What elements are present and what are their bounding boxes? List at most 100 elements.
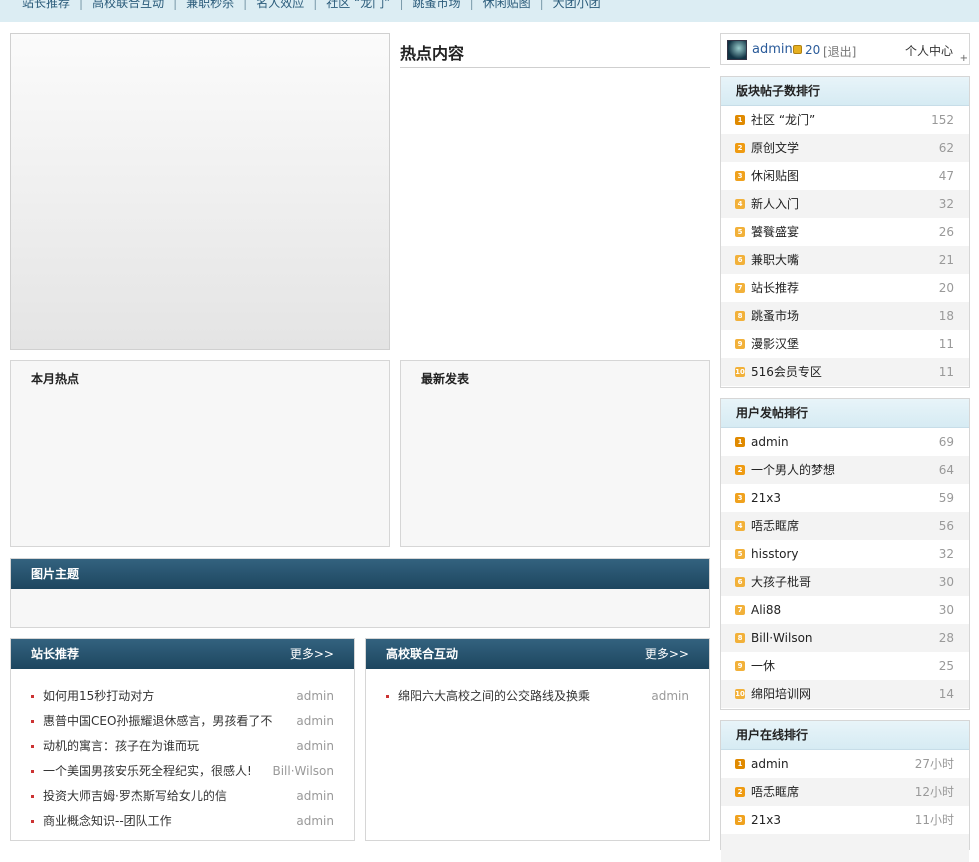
rank-user-link[interactable]: hisstory — [751, 547, 799, 561]
board-rank-title: 版块帖子数排行 — [721, 77, 969, 106]
college-panel: 高校联合互动 更多>> 绵阳六大高校之间的公交路线及换乘 admin — [365, 638, 710, 841]
rank-number-icon: 4 — [735, 521, 745, 531]
rank-user-link[interactable]: 唔忎眶席 — [751, 785, 799, 799]
rank-user-link[interactable]: 21x3 — [751, 813, 781, 827]
rank-value: 11 — [938, 365, 954, 379]
avatar[interactable] — [727, 40, 747, 60]
list-item: 9 漫影汉堡 11 — [721, 330, 969, 358]
nav-item-datuan[interactable]: 大团小团 — [553, 0, 601, 9]
nav-item-tiaozao[interactable]: 跳蚤市场 — [413, 0, 461, 9]
list-item: 1 社区 “龙门” 152 — [721, 106, 969, 134]
rank-number-icon: 5 — [735, 227, 745, 237]
expand-icon[interactable]: + — [960, 54, 968, 64]
board-rank-panel: 版块帖子数排行 1 社区 “龙门” 152 2 原创文学 62 3 休闲贴图 47 4 新人入… — [720, 76, 970, 388]
rank-item-link[interactable]: 饕餮盛宴 — [751, 225, 799, 239]
username-link[interactable]: admin — [752, 42, 793, 57]
thread-link[interactable]: 投资大师吉姆·罗杰斯写给女儿的信 — [43, 784, 279, 809]
post-rank-panel: 用户发帖排行 1 admin 69 2 一个男人的梦想 64 3 21x3 59 4 唔忎眶席… — [720, 398, 970, 710]
rank-number-icon: 8 — [735, 633, 745, 643]
nav-separator: | — [399, 0, 404, 10]
rank-user-link[interactable]: 21x3 — [751, 491, 781, 505]
rank-value: 25 — [938, 659, 954, 673]
author-link[interactable]: admin — [651, 684, 689, 709]
list-item: 如何用15秒打动对方 admin — [31, 684, 334, 709]
rank-item-link[interactable]: 兼职大嘴 — [751, 253, 799, 267]
month-hot-title: 本月热点 — [31, 372, 80, 386]
rank-item-link[interactable]: 跳蚤市场 — [751, 309, 799, 323]
online-rank-panel: 用户在线排行 1 admin 27小时 2 唔忎眶席 12小时 3 21x3 11小时 — [720, 720, 970, 862]
rank-value: 62 — [938, 141, 954, 155]
author-link[interactable]: admin — [296, 734, 334, 759]
rank-item-link[interactable]: 漫影汉堡 — [751, 337, 799, 351]
recommend-header: 站长推荐 更多>> — [11, 639, 354, 669]
nav-item-gaoxiao[interactable]: 高校联合互动 — [92, 0, 164, 9]
nav-item-xiuxian[interactable]: 休闲贴图 — [483, 0, 531, 9]
rank-user-link[interactable]: Ali88 — [751, 603, 781, 617]
rank-number-icon: 1 — [735, 437, 745, 447]
rank-user-link[interactable]: 一个男人的梦想 — [751, 463, 835, 477]
rank-item-link[interactable]: 休闲贴图 — [751, 169, 799, 183]
author-link[interactable]: admin — [296, 684, 334, 709]
rank-value: 11 — [938, 337, 954, 351]
slideshow[interactable] — [10, 33, 390, 350]
rank-user-link[interactable]: admin — [751, 435, 789, 449]
user-center-link[interactable]: 个人中心 — [905, 42, 953, 59]
recommend-title: 站长推荐 — [31, 647, 80, 661]
rank-user-link[interactable]: 大孩子枇哥 — [751, 575, 811, 589]
author-link[interactable]: admin — [296, 784, 334, 809]
list-item: 2 一个男人的梦想 64 — [721, 456, 969, 484]
rank-item-link[interactable]: 新人入门 — [751, 197, 799, 211]
nav-item-mingren[interactable]: 名人效应 — [256, 0, 304, 9]
college-header: 高校联合互动 更多>> — [366, 639, 709, 669]
online-rank-title: 用户在线排行 — [721, 721, 969, 750]
college-more-link[interactable]: 更多>> — [645, 639, 689, 669]
nav-item-zhanzhang[interactable]: 站长推荐 — [22, 0, 70, 9]
nav-separator: | — [243, 0, 248, 10]
recommend-panel: 站长推荐 更多>> 如何用15秒打动对方 admin 惠普中国CEO孙振耀退休感言… — [10, 638, 355, 841]
thread-link[interactable]: 商业概念知识--团队工作 — [43, 809, 279, 834]
thread-link[interactable]: 如何用15秒打动对方 — [43, 684, 279, 709]
rank-value: 69 — [938, 435, 954, 449]
rank-value: 14 — [938, 687, 954, 701]
list-item: 1 admin 69 — [721, 428, 969, 456]
rank-value: 56 — [938, 519, 954, 533]
rank-user-link[interactable]: Bill·Wilson — [751, 631, 813, 645]
rank-value: 26 — [938, 225, 954, 239]
logout-link[interactable]: [退出] — [823, 43, 856, 60]
rank-value: 59 — [938, 491, 954, 505]
rank-user-link[interactable]: 唔忎眶席 — [751, 519, 799, 533]
rank-user-link[interactable]: 一休 — [751, 659, 775, 673]
rank-number-icon: 3 — [735, 815, 745, 825]
thread-link[interactable]: 绵阳六大高校之间的公交路线及换乘 — [398, 684, 634, 709]
picture-topics-title: 图片主题 — [31, 567, 80, 581]
list-item: 1 admin 27小时 — [721, 750, 969, 778]
nav-item-jianzhi[interactable]: 兼职秒杀 — [186, 0, 234, 9]
thread-link[interactable]: 惠普中国CEO孙振耀退休感言，男孩看了不 — [43, 709, 279, 734]
list-item: 7 Ali88 30 — [721, 596, 969, 624]
picture-topics-header: 图片主题 — [11, 559, 709, 589]
nav-item-longmen[interactable]: 社区 “龙门” — [326, 0, 390, 9]
list-item: 10 516会员专区 11 — [721, 358, 969, 386]
rank-item-link[interactable]: 原创文学 — [751, 141, 799, 155]
rank-number-icon: 10 — [735, 689, 745, 699]
author-link[interactable]: Bill·Wilson — [272, 759, 334, 784]
recommend-more-link[interactable]: 更多>> — [290, 639, 334, 669]
month-hot-panel: 本月热点 — [10, 360, 390, 547]
rank-value: 47 — [938, 169, 954, 183]
thread-link[interactable]: 一个美国男孩安乐死全程纪实，很感人! — [43, 759, 279, 784]
list-item: 9 一休 25 — [721, 652, 969, 680]
rank-user-link[interactable]: admin — [751, 757, 789, 771]
list-item: 10 绵阳培训网 14 — [721, 680, 969, 708]
picture-topics-panel: 图片主题 — [10, 558, 710, 628]
thread-link[interactable]: 动机的寓言：孩子在为谁而玩 — [43, 734, 279, 759]
rank-number-icon: 6 — [735, 577, 745, 587]
list-item: 4 唔忎眶席 56 — [721, 512, 969, 540]
author-link[interactable]: admin — [296, 809, 334, 834]
list-item: 3 休闲贴图 47 — [721, 162, 969, 190]
rank-item-link[interactable]: 社区 “龙门” — [751, 113, 815, 127]
rank-item-link[interactable]: 站长推荐 — [751, 281, 799, 295]
author-link[interactable]: admin — [296, 709, 334, 734]
rank-user-link[interactable]: 绵阳培训网 — [751, 687, 811, 701]
rank-item-link[interactable]: 516会员专区 — [751, 365, 822, 379]
rank-value: 11小时 — [914, 813, 954, 827]
